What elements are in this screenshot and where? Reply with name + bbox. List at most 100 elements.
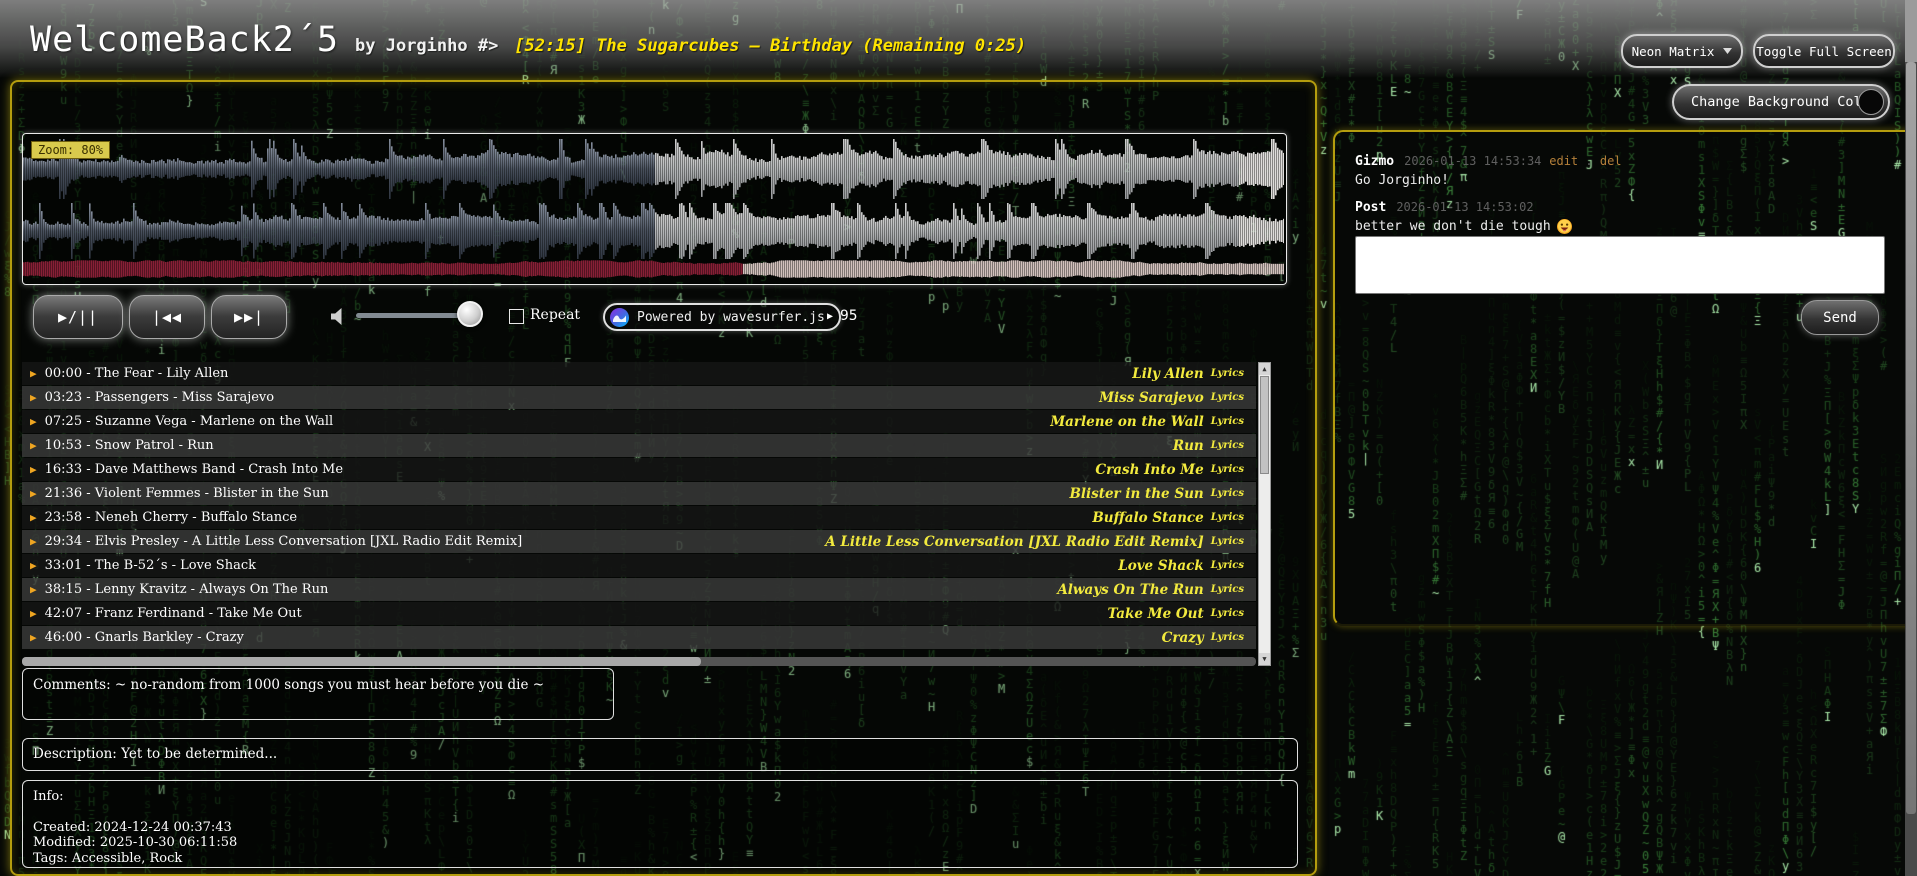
page-scrollbar[interactable] — [1905, 0, 1917, 876]
track-play-icon[interactable]: ▶ — [30, 583, 37, 596]
playlist-horizontal-scrollbar[interactable] — [22, 657, 1256, 666]
playlist-row[interactable]: ▶ 07:25 - Suzanne Vega - Marlene on the W… — [22, 410, 1256, 433]
play-count: ▶ 95 — [827, 308, 858, 324]
track-play-icon[interactable]: ▶ — [30, 415, 37, 428]
background-color-swatch[interactable] — [1858, 89, 1884, 115]
track-title-link[interactable]: Take Me Out — [1108, 606, 1204, 622]
track-play-icon[interactable]: ▶ — [30, 559, 37, 572]
send-button[interactable]: Send — [1801, 300, 1879, 335]
track-play-icon[interactable]: ▶ — [30, 439, 37, 452]
toggle-fullscreen-button[interactable]: Toggle Full Screen — [1753, 34, 1895, 68]
page-scrollbar-top — [1905, 0, 1917, 62]
scroll-up-arrow[interactable]: ▲ — [1259, 363, 1270, 375]
playlist-row[interactable]: ▶ 42:07 - Franz Ferdinand - Take Me Out Ta… — [22, 602, 1256, 625]
info-heading: Info: — [33, 789, 1287, 805]
play-pause-button[interactable]: ▶/|| — [33, 295, 123, 339]
repeat-label: Repeat — [530, 307, 580, 323]
track-play-icon[interactable]: ▶ — [30, 511, 37, 524]
track-play-icon[interactable]: ▶ — [30, 535, 37, 548]
lyrics-link[interactable]: Lyrics — [1211, 632, 1244, 643]
playlist-row[interactable]: ▶ 33:01 - The B-52´s - Love Shack Love Sha… — [22, 554, 1256, 577]
playlist: ▶ 00:00 - The Fear - Lily Allen Lily Allen… — [22, 362, 1256, 650]
wavesurfer-credit-link[interactable]: Powered by wavesurfer.js — [603, 303, 841, 331]
track-title-link[interactable]: Run — [1173, 438, 1204, 454]
track-play-icon[interactable]: ▶ — [30, 631, 37, 644]
track-entry: 07:25 - Suzanne Vega - Marlene on the Wa… — [45, 414, 334, 429]
playlist-row[interactable]: ▶16:33 - Dave Matthews Band - Crash Into… — [22, 458, 1256, 481]
track-entry: 42:07 - Franz Ferdinand - Take Me Out — [45, 606, 302, 621]
track-title-link[interactable]: Lily Allen — [1132, 366, 1203, 382]
description-box: Description: Yet to be determined... — [22, 738, 1298, 771]
lyrics-link[interactable]: Lyrics — [1211, 536, 1244, 547]
chat-del-link[interactable]: del — [1600, 154, 1622, 168]
chat-message-meta: Post2026-01-13 14:53:02 — [1355, 200, 1900, 215]
track-play-icon[interactable]: ▶ — [30, 463, 37, 476]
playlist-row[interactable]: ▶03:23 - Passengers - Miss SarajevoMiss … — [22, 386, 1256, 409]
chat-input[interactable] — [1355, 236, 1885, 294]
track-entry: 00:00 - The Fear - Lily Allen — [45, 366, 229, 381]
track-title-link[interactable]: A Little Less Conversation [JXL Radio Ed… — [825, 534, 1203, 550]
playlist-row[interactable]: ▶ 38:15 - Lenny Kravitz - Always On The R… — [22, 578, 1256, 601]
previous-track-button[interactable]: |◀◀ — [129, 295, 205, 339]
track-entry: 38:15 - Lenny Kravitz - Always On The Ru… — [45, 582, 329, 597]
volume-slider-thumb[interactable] — [457, 301, 483, 327]
scroll-down-arrow[interactable]: ▼ — [1259, 653, 1270, 665]
track-entry: 29:34 - Elvis Presley - A Little Less Co… — [45, 534, 523, 549]
change-background-color-button[interactable]: Change Background Color — [1672, 84, 1890, 120]
track-entry: 23:58 - Neneh Cherry - Buffalo Stance — [45, 510, 297, 525]
info-modified: Modified: 2025-10-30 06:11:58 — [33, 835, 1287, 851]
track-play-icon[interactable]: ▶ — [30, 607, 37, 620]
playlist-row[interactable]: ▶ 23:58 - Neneh Cherry - Buffalo Stance Bu… — [22, 506, 1256, 529]
lyrics-link[interactable]: Lyrics — [1211, 560, 1244, 571]
playlist-hscrollbar-thumb[interactable] — [22, 657, 701, 666]
playlist-row[interactable]: ▶ 29:34 - Elvis Presley - A Little Less C… — [22, 530, 1256, 553]
lyrics-link[interactable]: Lyrics — [1211, 584, 1244, 595]
chat-action-separator: . — [1578, 154, 1600, 168]
playlist-vertical-scrollbar[interactable]: ▲ ▼ — [1258, 362, 1271, 666]
chat-edit-link[interactable]: edit — [1549, 154, 1578, 168]
playlist-scrollbar-thumb[interactable] — [1260, 376, 1269, 474]
track-entry: 46:00 - Gnarls Barkley - Crazy — [45, 630, 244, 645]
track-title-link[interactable]: Miss Sarajevo — [1099, 390, 1204, 406]
chevron-down-icon — [1723, 48, 1732, 54]
waveform-container[interactable]: Zoom: 80% — [22, 133, 1287, 285]
playlist-row[interactable]: ▶21:36 - Violent Femmes - Blister in the… — [22, 482, 1256, 505]
page-scrollbar-thumb[interactable] — [1906, 62, 1916, 814]
track-entry: 33:01 - The B-52´s - Love Shack — [45, 558, 256, 573]
change-background-label: Change Background Color — [1691, 94, 1878, 110]
info-box: Info: Created: 2024-12-24 00:37:43 Modif… — [22, 780, 1298, 868]
theme-select[interactable]: Neon Matrix — [1621, 34, 1743, 68]
info-tags: Tags: Accessible, Rock — [33, 851, 1287, 867]
track-title-link[interactable]: Crash Into Me — [1095, 462, 1203, 478]
track-entry: 10:53 - Snow Patrol - Run — [45, 438, 214, 453]
wavesurfer-credit-label: Powered by wavesurfer.js — [637, 310, 825, 325]
theme-select-value: Neon Matrix — [1632, 44, 1715, 59]
lyrics-link[interactable]: Lyrics — [1211, 464, 1244, 475]
repeat-checkbox[interactable] — [509, 309, 524, 324]
next-track-button[interactable]: ▶▶| — [211, 295, 287, 339]
track-title-link[interactable]: Always On The Run — [1057, 582, 1203, 598]
playlist-row[interactable]: ▶ 00:00 - The Fear - Lily Allen Lily Allen… — [22, 362, 1256, 385]
track-title-link[interactable]: Marlene on the Wall — [1050, 414, 1203, 430]
lyrics-link[interactable]: Lyrics — [1211, 512, 1244, 523]
lyrics-link[interactable]: Lyrics — [1211, 368, 1244, 379]
track-title-link[interactable]: Love Shack — [1118, 558, 1204, 574]
playlist-row[interactable]: ▶ 46:00 - Gnarls Barkley - Crazy Crazy Lyri… — [22, 626, 1256, 649]
lyrics-link[interactable]: Lyrics — [1211, 392, 1244, 403]
track-title-link[interactable]: Buffalo Stance — [1092, 510, 1203, 526]
wavesurfer-logo-icon — [610, 308, 629, 327]
track-title-link[interactable]: Crazy — [1162, 630, 1204, 646]
track-play-icon[interactable]: ▶ — [30, 367, 37, 380]
lyrics-link[interactable]: Lyrics — [1211, 608, 1244, 619]
lyrics-link[interactable]: Lyrics — [1211, 416, 1244, 427]
track-play-icon[interactable]: ▶ — [30, 487, 37, 500]
track-play-icon[interactable]: ▶ — [30, 391, 37, 404]
info-created: Created: 2024-12-24 00:37:43 — [33, 820, 1287, 836]
waveform[interactable] — [23, 134, 1284, 282]
lyrics-link[interactable]: Lyrics — [1211, 488, 1244, 499]
volume-icon[interactable] — [330, 308, 348, 325]
track-title-link[interactable]: Blister in the Sun — [1069, 486, 1203, 502]
app-byline: by Jorginho #> — [355, 36, 498, 56]
playlist-row[interactable]: ▶ 10:53 - Snow Patrol - Run Run Lyrics — [22, 434, 1256, 457]
lyrics-link[interactable]: Lyrics — [1211, 440, 1244, 451]
